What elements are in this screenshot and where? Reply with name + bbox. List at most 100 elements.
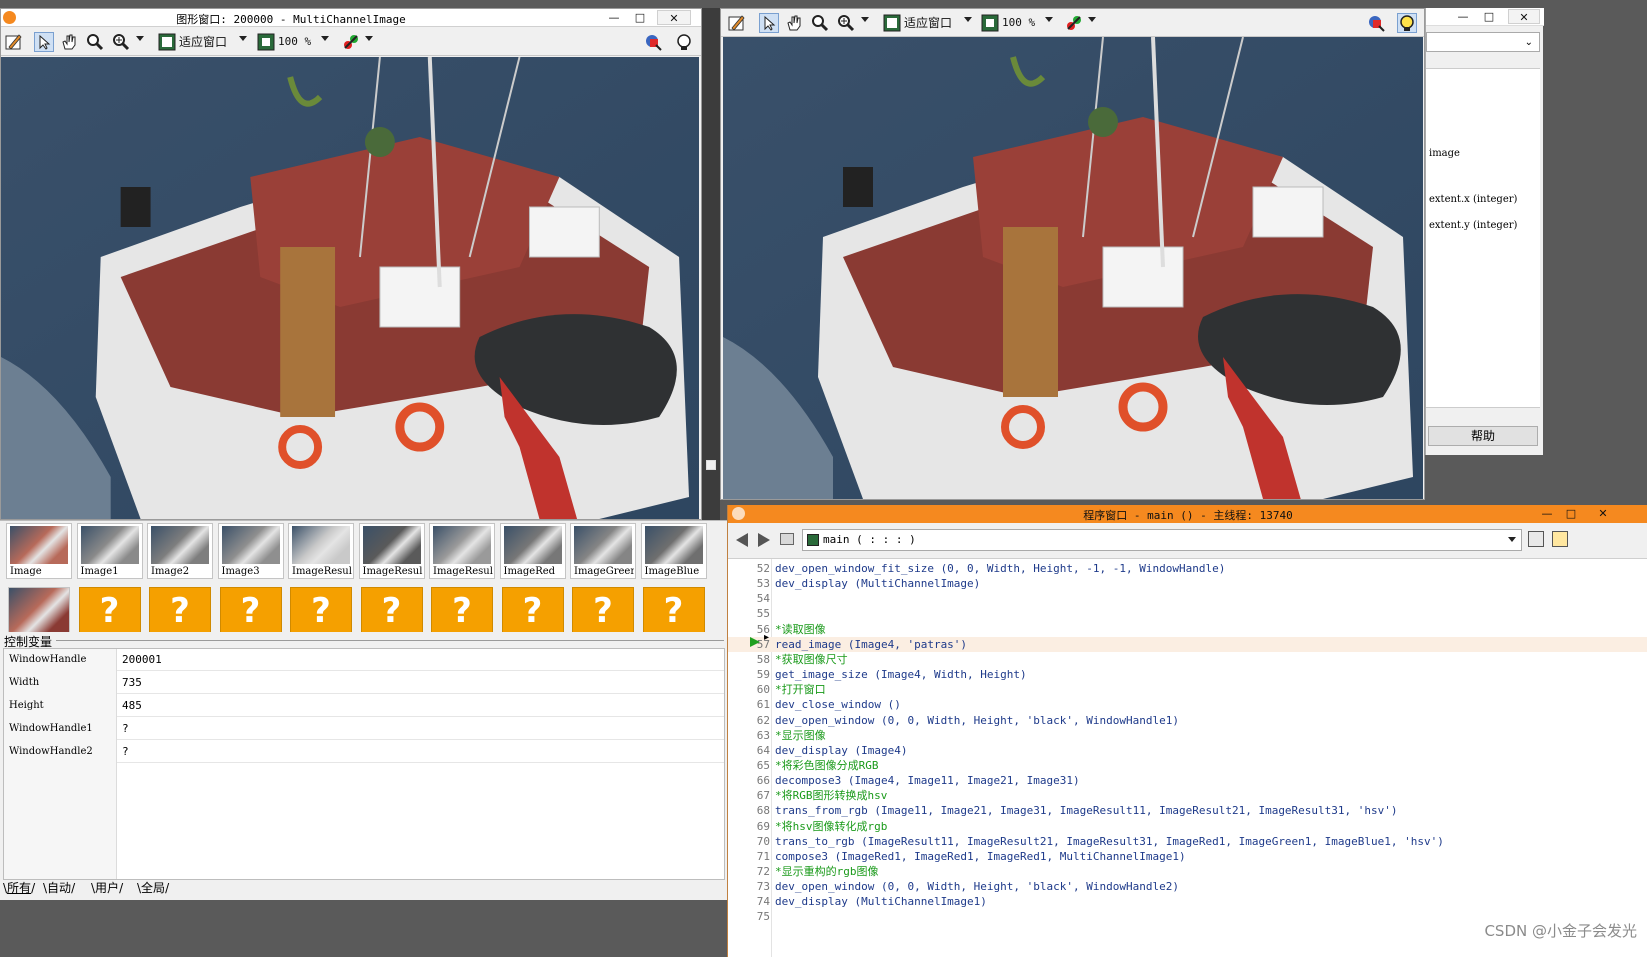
variable-row[interactable]: Height 485 [4,695,724,717]
zoom-dropdown-chevron-icon[interactable] [861,17,869,22]
zoom-percent-label[interactable]: 100 % [278,31,311,53]
code-line[interactable]: 74 dev_display (MultiChannelImage1) [728,894,1647,909]
code-line[interactable]: 53 dev_display (MultiChannelImage) [728,576,1647,591]
panel-titlebar[interactable]: — □ ✕ [1426,8,1544,26]
thumbnail-3[interactable]: Image2 [147,523,213,579]
zoom-in-icon[interactable] [836,13,856,33]
empty-variable-placeholder-icon[interactable]: ? [219,587,282,633]
code-line[interactable]: 71 compose3 (ImageRed1, ImageRed1, ImageR… [728,849,1647,864]
close-button[interactable]: ✕ [1592,506,1614,521]
code-line[interactable]: 63 *显示图像 [728,728,1647,743]
tab-global[interactable]: \全局/ [137,880,169,896]
edit-icon[interactable] [727,13,747,33]
code-line[interactable]: 64 dev_display (Image4) [728,743,1647,758]
code-line[interactable]: 67 *将RGB图形转换成hsv [728,788,1647,803]
color-dropdown-chevron-icon[interactable] [1088,17,1096,22]
empty-variable-placeholder-icon[interactable]: ? [501,587,564,633]
color-picker-icon[interactable] [1064,13,1084,33]
code-line[interactable]: 55 [728,606,1647,621]
edit-icon[interactable] [4,32,24,52]
lightbulb-icon[interactable] [1397,13,1417,33]
zoom-percent-icon[interactable] [980,13,1000,33]
thumbnail-8[interactable]: ImageRed [499,523,566,579]
thumbnail-6[interactable]: ImageResul [358,523,425,579]
procedure-select[interactable]: main ( : : : ) [802,529,1522,551]
minimize-button[interactable]: — [1452,9,1474,24]
color-picker-icon[interactable] [341,32,361,52]
minimize-button[interactable]: — [1536,506,1558,521]
maximize-button[interactable]: □ [1560,506,1582,521]
fit-window-label[interactable]: 适应窗口 [904,12,952,34]
procedure-insert-icon[interactable] [1552,531,1568,547]
graphics-window-1-titlebar[interactable]: 图形窗口: 200000 - MultiChannelImage — □ ✕ [1,9,701,27]
code-line[interactable]: 52 dev_open_window_fit_size (0, 0, Width,… [728,561,1647,576]
maximize-button[interactable]: □ [1478,9,1500,24]
fit-window-icon[interactable] [157,32,177,52]
empty-variable-placeholder-icon[interactable]: ? [431,587,493,633]
thumbnail-7[interactable]: ImageResul [429,523,495,579]
code-line[interactable]: 60 *打开窗口 [728,682,1647,697]
code-line[interactable]: 59 get_image_size (Image4, Width, Height) [728,667,1647,682]
thumbnail-5[interactable]: ImageResul [288,523,354,579]
forward-arrow-icon[interactable] [758,533,770,547]
inspect-icon[interactable] [643,32,663,52]
empty-variable-placeholder-icon[interactable]: ? [290,587,352,633]
fit-window-icon[interactable] [882,13,902,33]
zoom-dropdown-chevron-icon[interactable] [136,36,144,41]
code-line[interactable]: 72 *显示重构的rgb图像 [728,864,1647,879]
thumbnail-9[interactable]: ImageGreer [570,523,636,579]
chevron-down-icon[interactable] [1508,537,1516,542]
variable-row[interactable]: WindowHandle2? [4,741,724,763]
code-line[interactable]: 61 dev_close_window () [728,697,1647,712]
operator-select[interactable]: ⌄ [1426,32,1540,52]
tab-auto[interactable]: \自动/ [43,880,75,896]
code-line[interactable]: 70 trans_to_rgb (ImageResult11, ImageResu… [728,834,1647,849]
pan-hand-icon[interactable] [59,32,79,52]
magnifier-icon[interactable] [810,13,830,33]
procedure-edit-icon[interactable] [1528,531,1544,547]
thumbnail-1[interactable]: Image [6,523,72,579]
close-button[interactable]: ✕ [657,10,691,25]
fit-dropdown-chevron-icon[interactable] [964,17,972,22]
minimize-button[interactable]: — [603,10,625,25]
empty-variable-placeholder-icon[interactable]: ? [78,587,141,633]
multichannel-image-view[interactable] [1,57,699,519]
empty-variable-placeholder-icon[interactable]: ? [642,587,705,633]
pointer-icon[interactable] [759,13,779,33]
back-arrow-icon[interactable] [736,533,748,547]
chevron-down-icon[interactable]: ⌄ [1525,37,1533,48]
lightbulb-icon[interactable] [674,32,694,52]
color-dropdown-chevron-icon[interactable] [365,36,373,41]
code-line[interactable]: 73 dev_open_window (0, 0, Width, Height, … [728,879,1647,894]
empty-variable-placeholder-icon[interactable]: ? [149,587,211,633]
tab-user[interactable]: \用户/ [91,880,123,896]
thumbnail-2[interactable]: Image1 [76,523,143,579]
pan-hand-icon[interactable] [784,13,804,33]
code-line[interactable]: 62 dev_open_window (0, 0, Width, Height, … [728,713,1647,728]
program-editor[interactable]: 52 dev_open_window_fit_size (0, 0, Width,… [728,559,1647,957]
help-button[interactable]: 帮助 [1428,426,1538,446]
vertical-splitter[interactable] [702,8,720,520]
code-line[interactable]: 65 *将彩色图像分成RGB [728,758,1647,773]
code-line[interactable]: 58 *获取图像尺寸 [728,652,1647,667]
code-line[interactable]: 54 [728,591,1647,606]
variable-row[interactable]: Width 735 [4,672,724,694]
thumbnail-10[interactable]: ImageBlue [640,523,707,579]
program-window-titlebar[interactable]: 程序窗口 - main () - 主线程: 13740 — □ ✕ [728,505,1647,523]
inspect-icon[interactable] [1366,13,1386,33]
variable-row[interactable]: WindowHandle 200001 [4,649,724,671]
zoom-in-icon[interactable] [111,32,131,52]
zoom-percent-icon[interactable] [256,32,276,52]
code-line[interactable]: 68 trans_from_rgb (Image11, Image21, Imag… [728,803,1647,818]
variable-row[interactable]: WindowHandle1? [4,718,724,740]
maximize-button[interactable]: □ [629,10,651,25]
restore-icon[interactable] [706,460,716,470]
empty-variable-placeholder-icon[interactable]: ? [360,587,423,633]
code-line[interactable]: 69 *将hsv图像转化成rgb [728,819,1647,834]
thumbnail-image[interactable] [8,587,70,633]
folder-icon[interactable] [780,533,794,545]
code-line[interactable]: 56 *读取图像 [728,622,1647,637]
reconstructed-image-view[interactable] [723,37,1423,499]
zoom-percent-chevron-icon[interactable] [1045,17,1053,22]
code-line[interactable]: 66 decompose3 (Image4, Image11, Image21, … [728,773,1647,788]
